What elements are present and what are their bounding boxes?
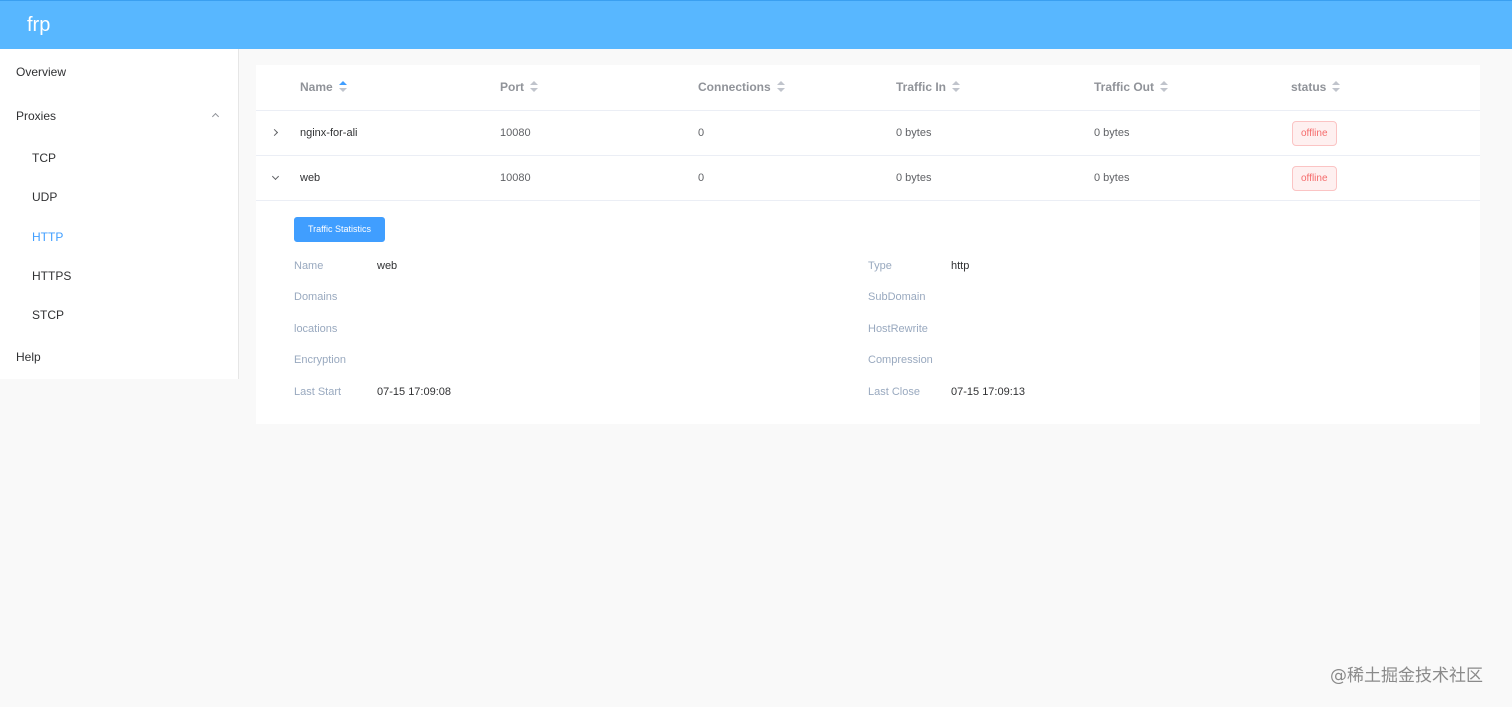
detail-value-type: http (951, 260, 970, 272)
detail-label-hostrewrite: HostRewrite (868, 323, 928, 335)
sort-icon[interactable] (1332, 80, 1341, 93)
detail-value-last-start: 07-15 17:09:08 (377, 386, 452, 398)
sidebar-item-label: Overview (16, 65, 67, 79)
sort-icon[interactable] (952, 80, 961, 93)
sidebar: Overview Proxies TCP UDP HTTP HTTPS STCP… (0, 49, 239, 379)
sort-icon[interactable] (776, 80, 785, 93)
watermark: @稀土掘金技术社区 (1330, 666, 1483, 686)
cell-traffic-out: 0 bytes (1094, 172, 1130, 184)
detail-label-domains: Domains (294, 291, 338, 303)
column-header-traffic-out[interactable]: Traffic Out (1094, 80, 1169, 94)
cell-traffic-in: 0 bytes (896, 172, 932, 184)
sort-icon[interactable] (1160, 80, 1169, 93)
table-header: Name Port Connections Traffic In Traffic… (256, 65, 1480, 111)
sidebar-item-label: TCP (32, 151, 56, 165)
table-row[interactable]: web 10080 0 0 bytes 0 bytes offline (256, 156, 1480, 201)
sidebar-item-udp[interactable]: UDP (0, 189, 238, 205)
detail-label-encryption: Encryption (294, 354, 346, 366)
detail-label-last-close: Last Close (868, 386, 920, 398)
sidebar-item-help[interactable]: Help (0, 349, 238, 365)
sidebar-item-label: Proxies (16, 109, 57, 123)
sidebar-item-http[interactable]: HTTP (0, 229, 238, 245)
cell-traffic-in: 0 bytes (896, 127, 932, 139)
app-header: frp (0, 0, 1512, 49)
sidebar-item-label: UDP (32, 190, 58, 204)
status-badge: offline (1292, 121, 1337, 146)
proxies-table: Name Port Connections Traffic In Traffic… (256, 65, 1480, 424)
sort-icon[interactable] (530, 80, 538, 93)
chevron-up-icon (211, 112, 220, 121)
sort-icon[interactable] (338, 80, 347, 93)
sidebar-item-stcp[interactable]: STCP (0, 307, 238, 323)
traffic-statistics-button[interactable]: Traffic Statistics (294, 217, 385, 242)
column-header-traffic-in[interactable]: Traffic In (896, 80, 961, 94)
sidebar-item-label: HTTP (32, 230, 64, 244)
detail-label-locations: locations (294, 323, 338, 335)
cell-connections: 0 (698, 127, 705, 139)
detail-label-last-start: Last Start (294, 386, 342, 398)
cell-name: web (300, 172, 321, 184)
brand-logo[interactable]: frp (27, 13, 50, 37)
detail-value-name: web (377, 260, 398, 272)
status-badge: offline (1292, 166, 1337, 191)
sidebar-item-label: HTTPS (32, 269, 72, 283)
detail-label-name: Name (294, 260, 324, 272)
column-header-port[interactable]: Port (500, 80, 538, 94)
detail-label-type: Type (868, 260, 892, 272)
sidebar-item-https[interactable]: HTTPS (0, 268, 238, 284)
sidebar-item-label: Help (16, 350, 41, 364)
sidebar-item-label: STCP (32, 308, 65, 322)
detail-value-last-close: 07-15 17:09:13 (951, 386, 1026, 398)
chevron-down-icon[interactable] (270, 173, 280, 183)
column-header-status[interactable]: status (1291, 80, 1341, 94)
sidebar-item-tcp[interactable]: TCP (0, 150, 238, 166)
detail-label-subdomain: SubDomain (868, 291, 926, 303)
cell-port: 10080 (500, 127, 531, 139)
cell-connections: 0 (698, 172, 705, 184)
cell-traffic-out: 0 bytes (1094, 127, 1130, 139)
expanded-row-detail: Traffic Statistics Name web Type http Do… (256, 201, 1480, 424)
table-row[interactable]: nginx-for-ali 10080 0 0 bytes 0 bytes of… (256, 111, 1480, 156)
sidebar-item-overview[interactable]: Overview (0, 64, 238, 80)
column-header-name[interactable]: Name (300, 80, 347, 94)
cell-name: nginx-for-ali (300, 127, 358, 139)
cell-port: 10080 (500, 172, 531, 184)
detail-label-compression: Compression (868, 354, 933, 366)
sidebar-item-proxies[interactable]: Proxies (0, 108, 238, 124)
column-header-connections[interactable]: Connections (698, 80, 785, 94)
chevron-right-icon[interactable] (270, 128, 280, 138)
